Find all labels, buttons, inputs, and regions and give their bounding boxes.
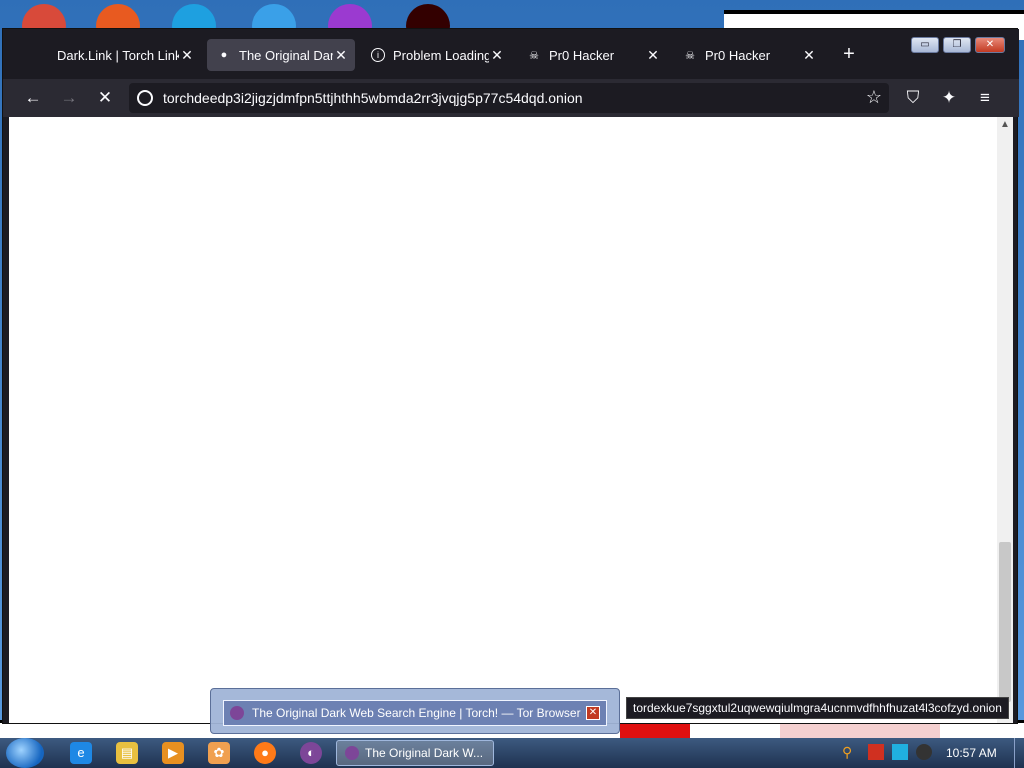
loading-dot-icon: ● xyxy=(220,49,228,61)
onion-security-icon[interactable] xyxy=(137,90,153,106)
close-icon[interactable]: ✕ xyxy=(489,47,505,64)
app-icon[interactable]: ✿ xyxy=(208,742,230,764)
forward-button[interactable]: → xyxy=(55,85,83,111)
volume-icon[interactable] xyxy=(916,744,932,760)
url-bar[interactable]: ☆ xyxy=(129,83,889,113)
close-icon[interactable]: ✕ xyxy=(333,47,349,64)
close-icon[interactable]: ✕ xyxy=(179,47,195,64)
search-icon[interactable]: ⚲ xyxy=(842,744,858,760)
tab-title: Problem Loading Page xyxy=(393,47,489,63)
minimize-button[interactable]: ▭ xyxy=(911,37,939,53)
internet-explorer-icon[interactable]: e xyxy=(70,742,92,764)
scrollbar[interactable]: ▲ xyxy=(997,117,1013,723)
clock[interactable]: 10:57 AM xyxy=(946,746,997,760)
menu-icon[interactable]: ≡ xyxy=(971,85,999,111)
media-player-icon[interactable]: ▶ xyxy=(162,742,184,764)
link-status-url: tordexkue7sggxtul2uqwewqiulmgra4ucnmvdfh… xyxy=(626,697,1009,719)
tab-darklink[interactable]: Dark.Link | Torch Links ✕ xyxy=(47,39,201,71)
tab-pr0-hacker-2[interactable]: ☠ Pr0 Hacker ✕ xyxy=(673,39,823,71)
back-button[interactable]: ← xyxy=(19,85,47,111)
file-explorer-icon[interactable]: ▤ xyxy=(116,742,138,764)
flag-icon[interactable] xyxy=(868,744,884,760)
show-desktop-button[interactable] xyxy=(1014,738,1024,768)
url-input[interactable] xyxy=(163,90,763,106)
scroll-up-icon[interactable]: ▲ xyxy=(997,117,1013,133)
tab-torch[interactable]: ● The Original Dark Web Search Engine ✕ xyxy=(207,39,355,71)
tab-pr0-hacker-1[interactable]: ☠ Pr0 Hacker ✕ xyxy=(517,39,667,71)
firefox-icon[interactable]: ● xyxy=(254,742,276,764)
browser-window: Dark.Link | Torch Links ✕ ● The Original… xyxy=(2,28,1019,724)
close-icon[interactable]: ✕ xyxy=(645,47,661,64)
taskbar-preview: The Original Dark Web Search Engine | To… xyxy=(210,688,620,734)
new-identity-icon[interactable]: ✦ xyxy=(935,85,963,111)
taskbar-task-label: The Original Dark W... xyxy=(365,746,484,760)
scroll-thumb[interactable] xyxy=(999,542,1011,702)
tab-title: Dark.Link | Torch Links xyxy=(57,47,179,63)
tab-title: The Original Dark Web Search Engine xyxy=(239,47,333,63)
close-icon[interactable]: ✕ xyxy=(801,47,817,64)
bookmark-star-icon[interactable]: ☆ xyxy=(863,87,885,108)
network-icon[interactable] xyxy=(892,744,908,760)
tor-browser-icon xyxy=(345,746,359,760)
page-content: ▲ xyxy=(9,117,1013,723)
new-tab-button[interactable]: + xyxy=(839,44,859,64)
shield-icon[interactable]: ⛉ xyxy=(899,85,927,111)
stop-button[interactable]: ✕ xyxy=(91,85,119,111)
info-icon: i xyxy=(371,48,385,62)
tor-browser-icon[interactable]: ◐ xyxy=(300,742,322,764)
start-button[interactable] xyxy=(6,738,44,768)
skull-icon: ☠ xyxy=(529,49,539,62)
navigation-toolbar: ← → ✕ ☆ ⛉ ✦ ≡ xyxy=(3,79,1019,117)
tab-title: Pr0 Hacker xyxy=(549,47,615,63)
close-window-button[interactable]: ✕ xyxy=(975,37,1005,53)
taskbar-preview-title: The Original Dark Web Search Engine | To… xyxy=(252,706,581,720)
tor-browser-icon xyxy=(230,706,244,720)
restore-button[interactable]: ❐ xyxy=(943,37,971,53)
skull-icon: ☠ xyxy=(685,49,695,62)
taskbar-task-tor-browser[interactable]: The Original Dark W... xyxy=(336,740,494,766)
tab-title: Pr0 Hacker xyxy=(705,47,771,63)
taskbar-preview-item[interactable]: The Original Dark Web Search Engine | To… xyxy=(223,700,607,726)
tab-bar: Dark.Link | Torch Links ✕ ● The Original… xyxy=(3,29,1019,79)
tab-problem-loading[interactable]: i Problem Loading Page ✕ xyxy=(361,39,511,71)
taskbar: e ▤ ▶ ✿ ● ◐ The Original Dark W... ⚲ 10:… xyxy=(0,738,1024,768)
close-icon[interactable]: ✕ xyxy=(586,706,600,720)
